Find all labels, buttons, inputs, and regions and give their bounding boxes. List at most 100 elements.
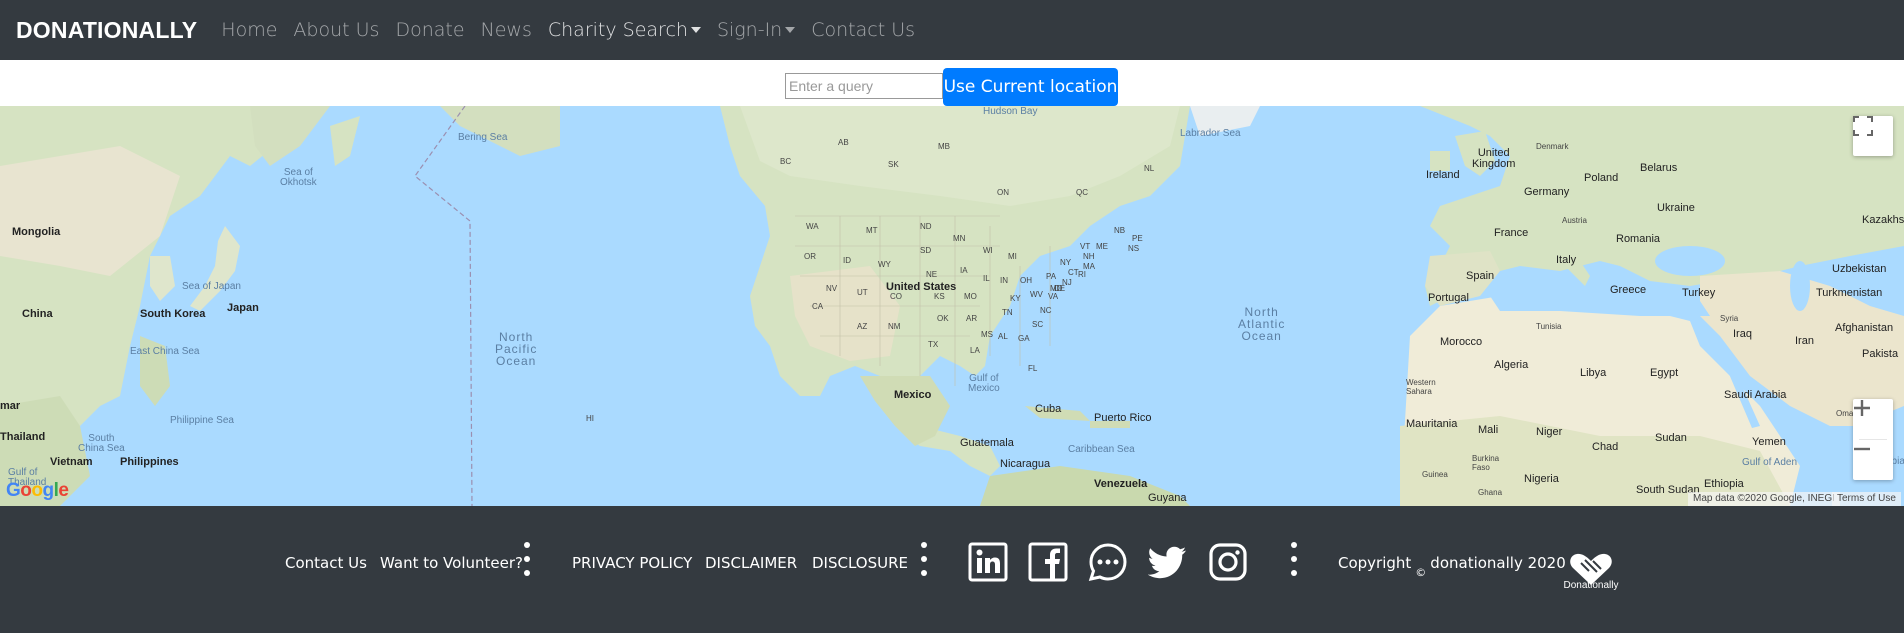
map-label-libya: Libya [1580, 367, 1607, 379]
map-label-north-pacific-ocean: North Pacific Ocean [495, 330, 538, 368]
map-label-state-sc: SC [1032, 320, 1044, 329]
map-label-mexico: Mexico [894, 389, 932, 401]
search-bar: Use Current location [0, 60, 1904, 106]
zoom-out-button[interactable] [1853, 440, 1893, 480]
map-label-romania: Romania [1616, 233, 1661, 245]
map-label-state-nh: NH [1083, 252, 1095, 261]
google-logo[interactable]: Google [6, 480, 69, 502]
map-label-cuba: Cuba [1035, 403, 1062, 415]
facebook-icon[interactable] [1028, 542, 1068, 582]
map-label-philippine-sea: Philippine Sea [170, 415, 234, 426]
map-label-state-ny: NY [1060, 258, 1072, 267]
map-label-denmark: Denmark [1536, 142, 1569, 151]
map-label-state-nv: NV [826, 284, 838, 293]
zoom-in-button[interactable] [1853, 399, 1893, 439]
map-label-state-sk: SK [888, 160, 899, 169]
fullscreen-icon [1853, 116, 1873, 136]
map-label-sea-of-okhotsk: Sea of Okhotsk [280, 167, 317, 188]
map-label-state-wy: WY [878, 260, 891, 269]
map-label-state-va: VA [1048, 292, 1059, 301]
zoom-out-icon [1854, 447, 1870, 451]
map-label-japan: Japan [227, 302, 259, 314]
map-label-state-sd: SD [920, 246, 932, 255]
map-label-state-ga: GA [1018, 334, 1030, 343]
chat-icon[interactable] [1088, 542, 1128, 582]
map-label-turkey: Turkey [1682, 287, 1716, 299]
footer-separator-icon [524, 542, 530, 582]
nav-charity-search-label: Charity Search [547, 19, 688, 41]
instagram-icon[interactable] [1208, 542, 1248, 582]
top-navbar: DONATIONALLY Home About Us Donate News C… [0, 0, 1904, 60]
brand-logo[interactable]: DONATIONALLY [16, 17, 197, 44]
fullscreen-button[interactable] [1853, 116, 1893, 156]
nav-contact-us[interactable]: Contact Us [811, 19, 915, 41]
map-attribution: Map data ©2020 Google, INEGI [1688, 492, 1840, 506]
map-label-pakistan: Pakista [1862, 348, 1899, 360]
map-label-state-md: MD [1050, 284, 1063, 293]
nav-about-us[interactable]: About Us [293, 19, 379, 41]
map-label-state-qc: QC [1076, 188, 1088, 197]
terms-of-use-link[interactable]: Terms of Use [1832, 492, 1901, 506]
map-label-state-mo: MO [964, 292, 977, 301]
map-label-state-al: AL [998, 332, 1008, 341]
footer-separator-icon [921, 542, 927, 582]
map-label-state-mt: MT [866, 226, 878, 235]
map-label-ethiopia: Ethiopia [1704, 478, 1744, 490]
map-label-state-ri: RI [1078, 270, 1086, 279]
nav-news[interactable]: News [481, 19, 532, 41]
map-label-yemen: Yemen [1752, 436, 1786, 448]
map-label-mongolia: Mongolia [12, 226, 61, 238]
footer-contact-us-link[interactable]: Contact Us [285, 554, 367, 572]
map-label-thailand: Thailand [0, 431, 46, 443]
map-label-poland: Poland [1584, 172, 1619, 184]
map-label-state-ne: NE [926, 270, 938, 279]
footer-separator-icon [1291, 542, 1297, 582]
map-label-state-nm: NM [888, 322, 901, 331]
map-label-state-ns: NS [1128, 244, 1140, 253]
map-label-state-on: ON [997, 188, 1009, 197]
world-map[interactable]: Mongolia China South Korea Japan Sea of … [0, 106, 1904, 506]
map-label-east-china-sea: East China Sea [130, 346, 200, 357]
map-label-state-pa: PA [1046, 272, 1057, 281]
map-label-niger: Niger [1536, 426, 1563, 438]
nav-charity-search-dropdown[interactable]: Charity Search [548, 19, 701, 41]
map-label-state-ia: IA [960, 266, 968, 275]
map-label-state-mn: MN [953, 234, 966, 243]
map-label-sudan: Sudan [1655, 432, 1687, 444]
map-label-guyana: Guyana [1148, 492, 1187, 504]
twitter-icon[interactable] [1148, 542, 1188, 582]
map-label-state-or: OR [804, 252, 816, 261]
map-label-state-ky: KY [1010, 294, 1021, 303]
footer-volunteer-link[interactable]: Want to Volunteer? [380, 554, 523, 572]
footer-disclaimer-link[interactable]: DISCLAIMER [705, 554, 797, 572]
map-label-state-ca: CA [812, 302, 824, 311]
footer-privacy-policy-link[interactable]: PRIVACY POLICY [572, 554, 692, 572]
map-label-gulf-of-aden: Gulf of Aden [1742, 457, 1798, 468]
footer-disclosure-link[interactable]: DISCLOSURE [812, 554, 908, 572]
map-label-mali: Mali [1478, 424, 1499, 436]
map-label-state-id: ID [843, 256, 851, 265]
map-label-state-ab: AB [838, 138, 849, 147]
map-label-state-wa: WA [806, 222, 819, 231]
nav-donate[interactable]: Donate [395, 19, 464, 41]
map-label-state-nc: NC [1040, 306, 1052, 315]
nav-sign-in-label: Sign-In [716, 19, 783, 41]
map-label-state-az: AZ [857, 322, 868, 331]
linkedin-icon[interactable] [968, 542, 1008, 582]
map-label-iran: Iran [1795, 335, 1814, 347]
map-label-puerto-rico: Puerto Rico [1094, 412, 1152, 424]
map-label-state-vt: VT [1080, 242, 1091, 251]
nav-sign-in-dropdown[interactable]: Sign-In [716, 19, 796, 41]
chevron-down-icon [785, 27, 796, 33]
map-label-china: China [22, 308, 53, 320]
nav-home[interactable]: Home [221, 19, 277, 41]
map-label-turkmenistan: Turkmenistan [1816, 287, 1883, 299]
map-label-state-ok: OK [937, 314, 949, 323]
query-input[interactable] [785, 73, 943, 99]
map-label-algeria: Algeria [1494, 359, 1529, 371]
map-label-chad: Chad [1592, 441, 1619, 453]
map-label-western-sahara: Western Sahara [1406, 378, 1436, 396]
use-current-location-button[interactable]: Use Current location [943, 68, 1118, 106]
chevron-down-icon [690, 27, 701, 33]
map-label-austria: Austria [1562, 216, 1587, 225]
